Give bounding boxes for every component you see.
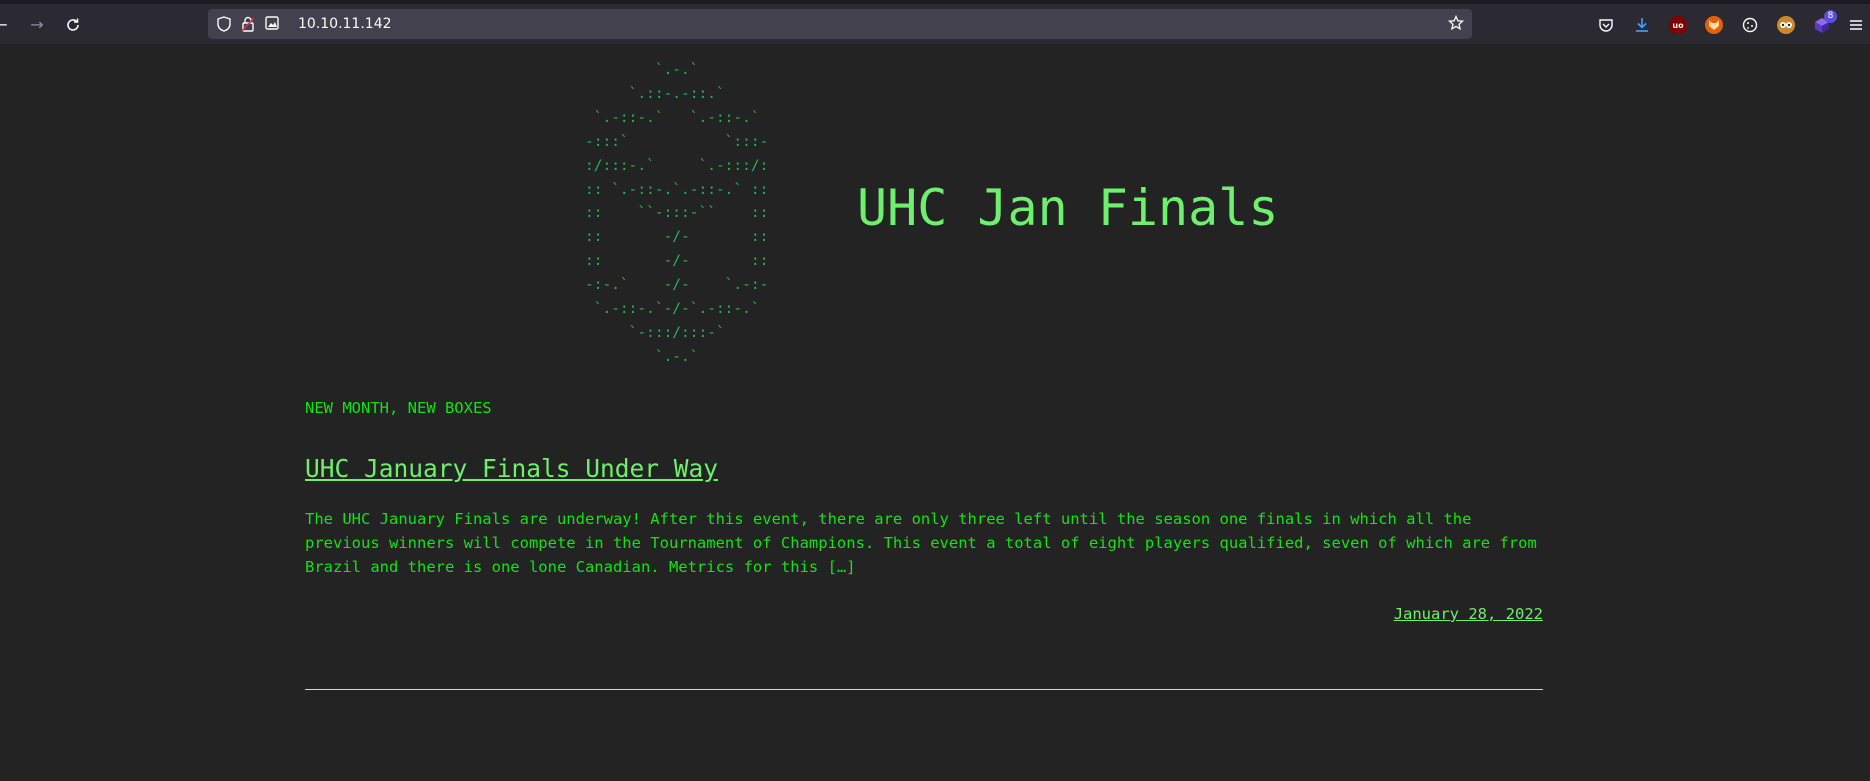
ascii-art-logo: `.-.` `.::-.-::.` `.-::-.` `.-::-.` -:::… (585, 62, 769, 365)
bookmark-star-icon[interactable] (1447, 14, 1465, 31)
address-bar[interactable]: 10.10.11.142 (208, 9, 1472, 39)
forward-arrow-icon[interactable]: → (26, 14, 48, 36)
downloads-icon[interactable] (1633, 16, 1651, 34)
star-glyph (1447, 14, 1465, 31)
post-title-link[interactable]: UHC January Finals Under Way (305, 453, 718, 485)
menu-glyph (1850, 20, 1862, 30)
cookie-glyph (1742, 17, 1758, 33)
download-glyph (1636, 18, 1648, 32)
shield-glyph (217, 16, 231, 32)
cookie-icon[interactable] (1741, 16, 1759, 34)
reload-icon[interactable] (62, 14, 84, 36)
page-content: `.-.` `.::-.-::.` `.-::-.` `.-::-.` -:::… (0, 44, 1870, 781)
owl-glyph (1780, 22, 1792, 28)
cube-extension-icon[interactable]: 8 (1813, 10, 1837, 34)
browser-toolbar: ← → 10.10.11.142 uo 8 (0, 0, 1870, 44)
post-excerpt: The UHC January Finals are underway! Aft… (305, 510, 1537, 576)
fox-extension-icon[interactable] (1705, 16, 1723, 34)
image-permission-icon[interactable] (264, 16, 280, 32)
back-arrow-icon[interactable]: ← (0, 14, 12, 36)
post-date-link[interactable]: January 28, 2022 (1394, 604, 1543, 624)
url-text[interactable]: 10.10.11.142 (298, 15, 392, 33)
fox-glyph (1709, 20, 1719, 30)
post-divider (305, 689, 1543, 690)
site-title[interactable]: UHC Jan Finals (857, 178, 1278, 238)
ublock-origin-icon[interactable]: uo (1669, 16, 1687, 34)
ublock-label: uo (1672, 21, 1684, 30)
insecure-lock-icon[interactable] (240, 16, 256, 32)
image-glyph (265, 16, 279, 30)
extension-badge: 8 (1824, 10, 1837, 23)
site-tagline: NEW MONTH, NEW BOXES (305, 399, 492, 417)
hamburger-menu-icon[interactable] (1847, 16, 1865, 34)
shield-icon[interactable] (216, 16, 232, 32)
owl-extension-icon[interactable] (1777, 16, 1795, 34)
pocket-glyph (1599, 19, 1613, 32)
reload-glyph (67, 18, 79, 31)
pocket-icon[interactable] (1597, 16, 1615, 34)
lock-glyph (241, 16, 255, 32)
